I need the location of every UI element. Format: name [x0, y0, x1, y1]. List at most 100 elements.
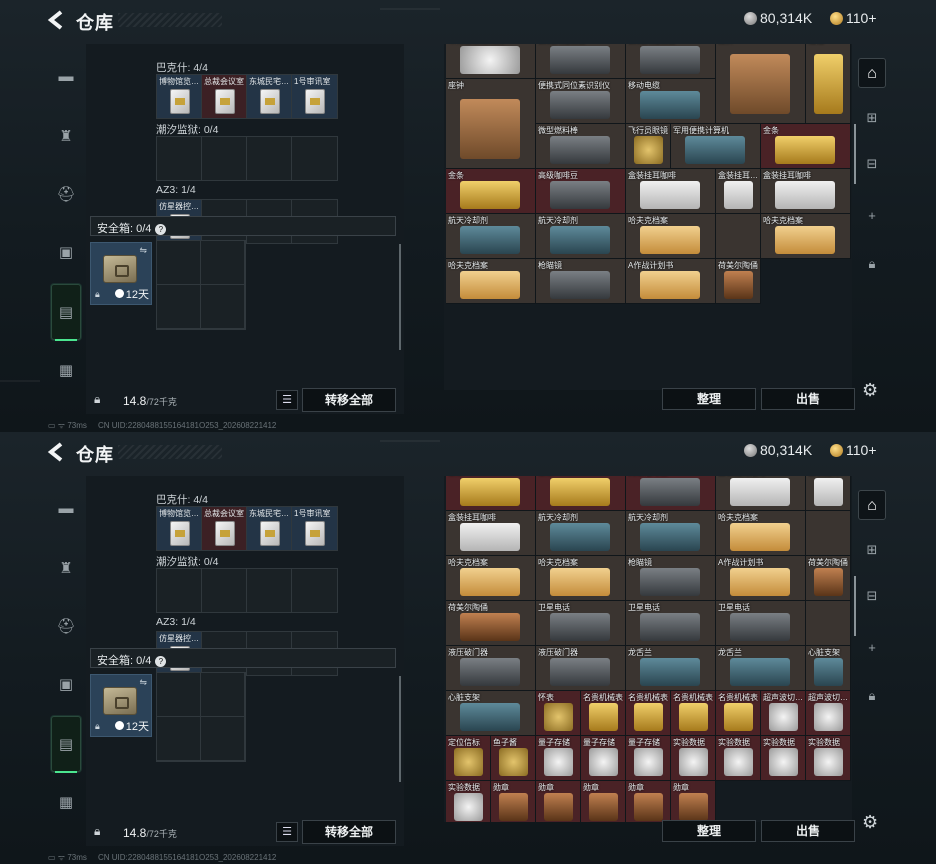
help-icon[interactable]: ?	[155, 224, 167, 235]
armor-icon[interactable]: ♜	[54, 556, 78, 580]
inventory-item[interactable]: 座钟	[716, 44, 806, 124]
inventory-item[interactable]: 脑机头戴设备	[536, 44, 626, 79]
scrollbar[interactable]	[399, 244, 401, 350]
keycard-slot[interactable]: 东城民宅…	[247, 75, 292, 118]
inventory-item[interactable]: 盒装挂耳咖啡	[761, 169, 851, 214]
inventory-item[interactable]: 定位信标	[446, 736, 491, 781]
warehouse-tab-icon[interactable]: ⌂	[858, 490, 886, 520]
inventory-item[interactable]: 金条	[536, 476, 626, 511]
inventory-item[interactable]: A作战计划书	[716, 556, 806, 601]
warehouse-tab-icon[interactable]: ⌂	[858, 58, 886, 88]
container-icon[interactable]: ▤	[51, 716, 81, 773]
inventory-item[interactable]: 飞行员眼镜	[626, 124, 671, 169]
list-view-icon[interactable]: ☰	[276, 822, 298, 842]
inventory-item[interactable]: 盒装挂耳咖啡	[446, 511, 536, 556]
keycard-slot[interactable]: 1号审讯室	[292, 507, 337, 550]
inventory-item[interactable]: 军用卫星通讯仪	[446, 44, 536, 79]
inventory-item[interactable]: 座钟	[446, 79, 536, 169]
settings-gear-icon[interactable]: ⚙	[862, 380, 878, 401]
sell-button[interactable]: 出售	[761, 820, 855, 842]
helmet-icon[interactable]: ⛑	[54, 182, 78, 206]
inventory-item[interactable]: 液压破门器	[536, 646, 626, 691]
inventory-item[interactable]: 高级咖啡豆	[536, 169, 626, 214]
inventory-item[interactable]: 勋章	[626, 781, 671, 822]
back-arrow-icon[interactable]	[46, 441, 68, 463]
keycard-slot[interactable]: 东城民宅…	[247, 507, 292, 550]
inventory-item[interactable]	[806, 601, 851, 646]
back-arrow-icon[interactable]	[46, 9, 68, 31]
empty-slot[interactable]	[157, 137, 202, 180]
armor-icon[interactable]: ♜	[54, 124, 78, 148]
container-icon[interactable]: ▤	[51, 284, 81, 341]
settings-gear-icon[interactable]: ⚙	[862, 812, 878, 833]
inventory-item[interactable]: 航天冷却剂	[536, 214, 626, 259]
storage-tab-icon[interactable]: ⊞	[860, 538, 884, 562]
storage-tab-icon[interactable]: ⊞	[860, 106, 884, 130]
sort-button[interactable]: 整理	[662, 388, 756, 410]
inventory-item[interactable]: 龙舌兰	[716, 646, 806, 691]
inventory-item[interactable]: 液压破门器	[446, 646, 536, 691]
inventory-item[interactable]: 超声波切…	[761, 691, 806, 736]
inventory-item[interactable]: 微型燃料棒	[536, 124, 626, 169]
empty-slot[interactable]	[292, 569, 337, 612]
inventory-item[interactable]: 枪瞄镜	[626, 556, 716, 601]
pistol-icon[interactable]: ▬	[54, 64, 78, 88]
inventory-item[interactable]: 脑机头戴设备	[626, 44, 716, 79]
keycard-slot[interactable]: 博物馆览…	[157, 75, 202, 118]
inventory-item[interactable]: 实验数据	[446, 781, 491, 822]
inventory-item[interactable]: 哈夫克档案	[626, 214, 716, 259]
lock-icon[interactable]: 🔒︎	[94, 392, 100, 407]
inventory-item[interactable]: 实验数据	[716, 736, 761, 781]
inventory-item[interactable]: 移动电缆	[626, 79, 716, 124]
inventory-item[interactable]: 心脏支架	[806, 646, 851, 691]
inventory-item[interactable]: 桂冠	[806, 44, 851, 124]
inventory-item[interactable]: 便携式同位素识别仪	[536, 79, 626, 124]
inventory-item[interactable]: 实验数据	[761, 736, 806, 781]
inventory-item[interactable]: 勋章	[536, 781, 581, 822]
inventory-item[interactable]: 哈夫克档案	[716, 511, 806, 556]
inventory-item[interactable]: 勋章	[491, 781, 536, 822]
keycard-slot[interactable]: 1号审讯室	[292, 75, 337, 118]
inventory-item[interactable]: 实验数据	[806, 736, 851, 781]
safe-box-item[interactable]: ⇋ 🔒︎ 12天	[90, 242, 152, 305]
inventory-item[interactable]: 量子存储	[581, 736, 626, 781]
scrollbar[interactable]	[399, 676, 401, 782]
add-tab-icon[interactable]: +	[860, 204, 884, 228]
transfer-all-button[interactable]: 转移全部	[302, 388, 396, 412]
inventory-item[interactable]: 枪瞄镜	[536, 259, 626, 304]
inventory-item[interactable]: 龙舌兰	[626, 646, 716, 691]
inventory-item[interactable]: 金条	[761, 124, 851, 169]
empty-slot[interactable]	[292, 137, 337, 180]
inventory-item[interactable]: 卫星电话	[626, 601, 716, 646]
inventory-item[interactable]: 荷美尔陶俑	[446, 601, 536, 646]
case-icon[interactable]: ▦	[54, 358, 78, 382]
empty-slot[interactable]	[202, 137, 247, 180]
add-tab-icon[interactable]: +	[860, 636, 884, 660]
inventory-item[interactable]: 卫星电话	[716, 601, 806, 646]
inventory-item[interactable]: 卫星电话	[536, 601, 626, 646]
inventory-item[interactable]: 名贵机械表	[626, 691, 671, 736]
inventory-item[interactable]: 哈夫克档案	[446, 556, 536, 601]
inventory-item[interactable]: 高级咖啡豆	[626, 476, 716, 511]
keycard-slot[interactable]: 总裁会议室	[202, 75, 247, 118]
empty-slot[interactable]	[247, 137, 292, 180]
keycard-slot[interactable]: 博物馆览…	[157, 507, 202, 550]
sell-button[interactable]: 出售	[761, 388, 855, 410]
inventory-item[interactable]: 盒装挂耳咖啡	[716, 476, 806, 511]
inventory-item[interactable]: 哈夫克档案	[761, 214, 851, 259]
inventory-item[interactable]: 名贵机械表	[581, 691, 626, 736]
inventory-item[interactable]: 名贵机械表	[671, 691, 716, 736]
silver-currency[interactable]: 80,314K	[744, 442, 812, 458]
inventory-item[interactable]: 勋章	[671, 781, 716, 822]
case-icon[interactable]: ▦	[54, 790, 78, 814]
inventory-item[interactable]: 金条	[446, 476, 536, 511]
inventory-item[interactable]: 哈夫克档案	[536, 556, 626, 601]
empty-slot[interactable]	[247, 569, 292, 612]
inventory-item[interactable]: 盒装挂耳…	[716, 169, 761, 214]
inventory-item[interactable]: 哈夫克档案	[446, 259, 536, 304]
inventory-item[interactable]: 超声波切…	[806, 691, 851, 736]
inventory-item[interactable]: 盒装挂耳咖啡	[626, 169, 716, 214]
inventory-item[interactable]	[716, 214, 761, 259]
list-view-icon[interactable]: ☰	[276, 390, 298, 410]
gold-currency[interactable]: 110+	[830, 442, 877, 458]
